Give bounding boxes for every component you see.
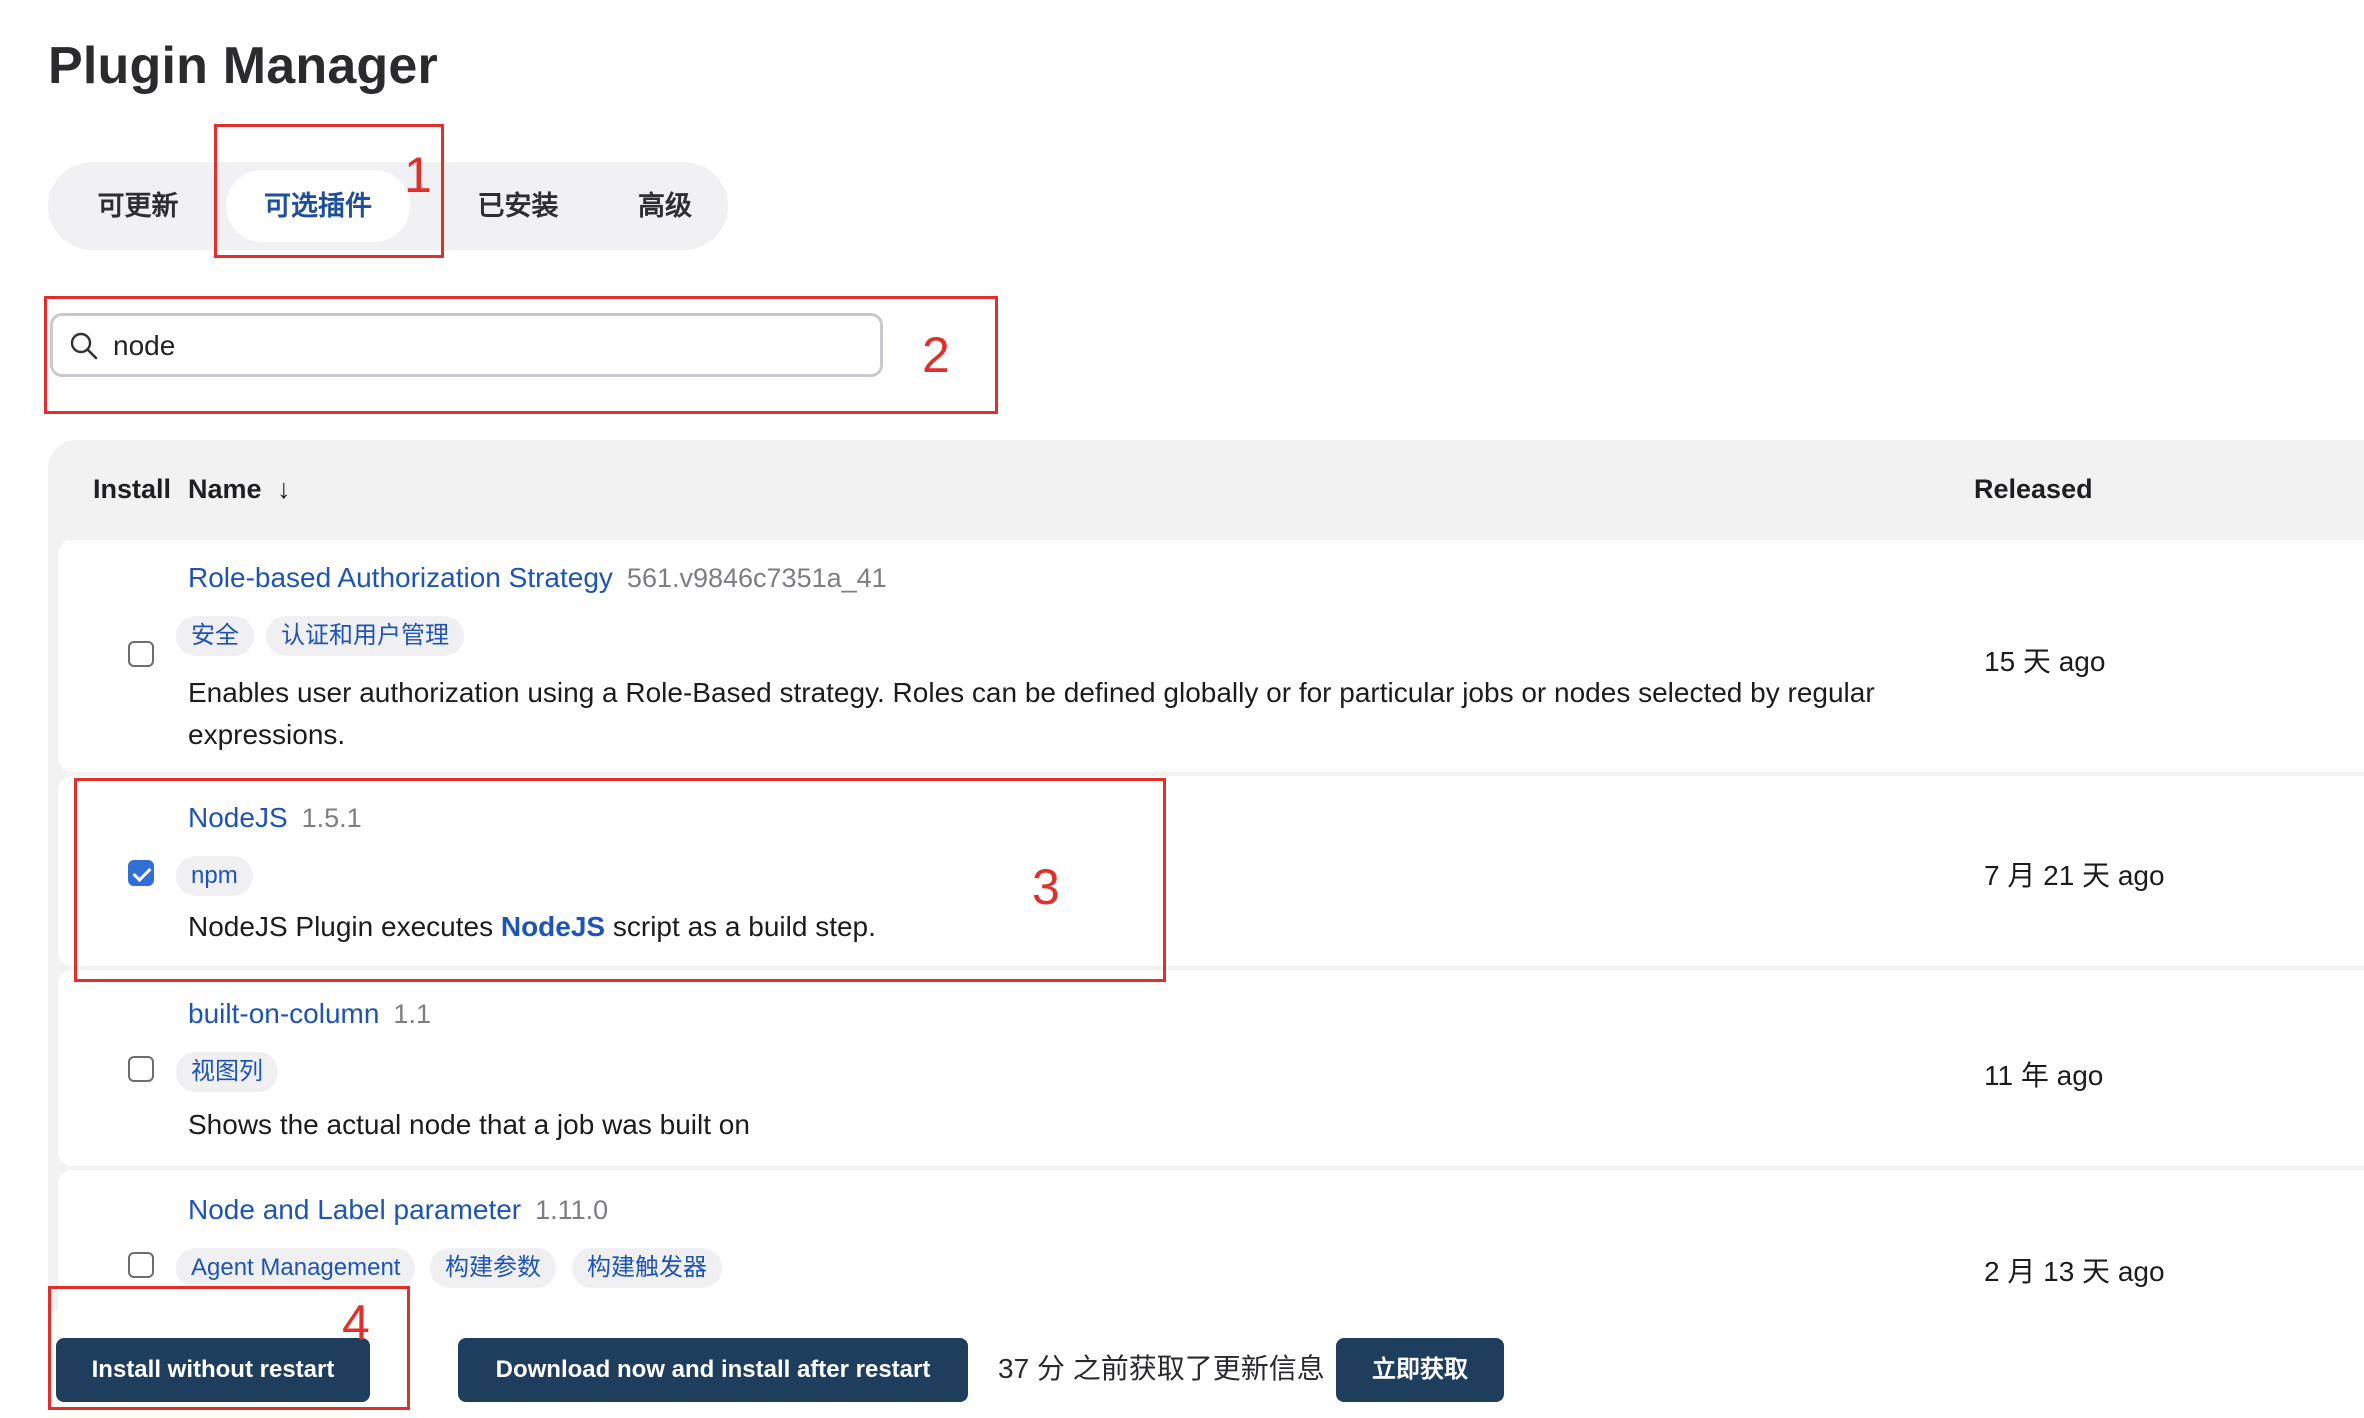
plugin-version: 1.1	[393, 999, 431, 1029]
header-name[interactable]: Name ↓	[188, 474, 291, 505]
tag-build-parameters[interactable]: 构建参数	[430, 1248, 556, 1288]
annotation-number: 2	[922, 327, 950, 383]
download-install-after-restart-button[interactable]: Download now and install after restart	[458, 1338, 968, 1402]
fetch-now-button[interactable]: 立即获取	[1336, 1338, 1504, 1402]
header-name-label: Name	[188, 474, 262, 504]
table-row: built-on-column 1.1 视图列 Shows the actual …	[58, 970, 2364, 1166]
update-info-text: 37 分 之前获取了更新信息	[998, 1353, 1325, 1384]
plugin-name-link[interactable]: built-on-column 1.1	[188, 998, 431, 1030]
tab-updates[interactable]: 可更新	[68, 170, 208, 242]
tag-security[interactable]: 安全	[176, 616, 254, 656]
tag-auth-user-mgmt[interactable]: 认证和用户管理	[266, 616, 464, 656]
annotation-box	[44, 296, 998, 414]
plugin-name: Role-based Authorization Strategy	[188, 562, 613, 593]
sort-arrow-icon: ↓	[277, 474, 291, 504]
page-title: Plugin Manager	[48, 37, 438, 95]
tag-view-column[interactable]: 视图列	[176, 1052, 278, 1092]
tag-agent-management[interactable]: Agent Management	[176, 1248, 416, 1288]
plugin-version: 561.v9846c7351a_41	[626, 563, 887, 593]
released-time: 7 月 21 天 ago	[1984, 860, 2165, 891]
plugin-name-link[interactable]: Node and Label parameter 1.11.0	[188, 1194, 608, 1226]
released-time: 2 月 13 天 ago	[1984, 1256, 2165, 1287]
install-checkbox[interactable]	[128, 1056, 154, 1082]
released-time: 15 天 ago	[1984, 646, 2106, 677]
header-released: Released	[1974, 474, 2093, 504]
annotation-number: 1	[404, 147, 432, 203]
header-install: Install	[93, 474, 172, 504]
install-checkbox[interactable]	[128, 641, 154, 667]
plugin-name: built-on-column	[188, 998, 380, 1029]
tag-build-triggers[interactable]: 构建触发器	[572, 1248, 722, 1288]
table-row: Role-based Authorization Strategy 561.v98…	[58, 540, 2364, 772]
plugin-description: Enables user authorization using a Role-…	[188, 677, 1875, 750]
annotation-number: 4	[342, 1295, 370, 1351]
released-time: 11 年 ago	[1984, 1060, 2104, 1091]
annotation-number: 3	[1032, 859, 1060, 915]
plugin-name-link[interactable]: Role-based Authorization Strategy 561.v98…	[188, 562, 887, 594]
plugin-version: 1.11.0	[535, 1195, 609, 1225]
annotation-box	[74, 778, 1166, 982]
tab-advanced[interactable]: 高级	[610, 170, 720, 242]
plugin-description: Shows the actual node that a job was bui…	[188, 1109, 750, 1140]
plugin-name: Node and Label parameter	[188, 1194, 522, 1225]
install-checkbox[interactable]	[128, 1252, 154, 1278]
tab-installed[interactable]: 已安装	[448, 170, 588, 242]
